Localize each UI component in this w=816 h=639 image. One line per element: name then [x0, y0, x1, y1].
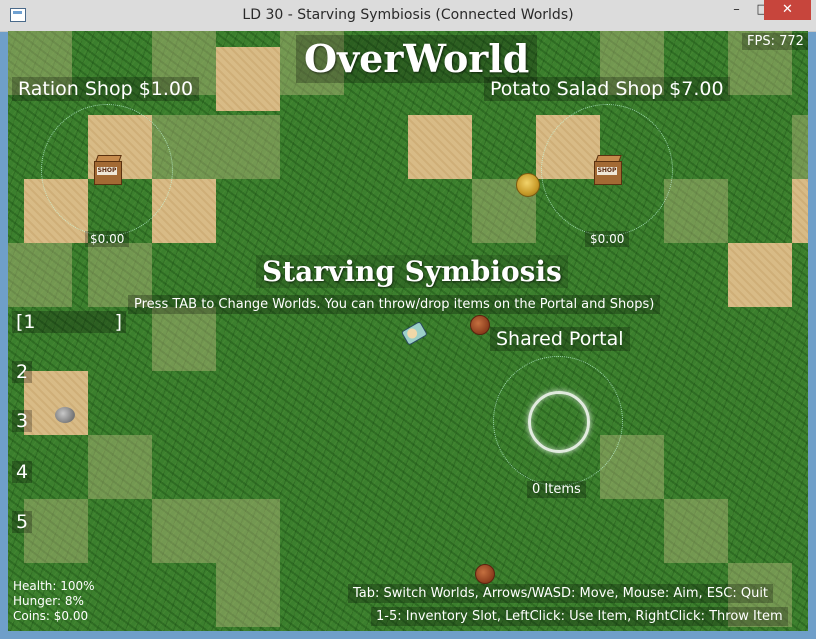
instructions-text: Press TAB to Change Worlds. You can thro… [128, 295, 661, 314]
close-button[interactable]: ✕ [764, 0, 811, 20]
shop-sign: SHOP [597, 167, 617, 175]
potato-salad-shop-label: Potato Salad Shop $7.00 [484, 77, 730, 101]
world-title: OverWorld [296, 35, 538, 83]
shop-sign: SHOP [97, 167, 117, 175]
game-canvas[interactable]: SHOP SHOP Shared Portal 0 Items OverWorl… [8, 31, 808, 631]
sand-tile [216, 47, 280, 111]
sand-tile [24, 499, 88, 563]
health-stat: Health: 100% [13, 579, 95, 593]
sand-tile [152, 307, 216, 371]
ration-shop-icon[interactable]: SHOP [94, 155, 122, 185]
coin-icon[interactable] [516, 173, 540, 197]
food-item-icon[interactable] [475, 564, 495, 584]
player-stats: Health: 100% Hunger: 8% Coins: $0.00 [8, 577, 100, 626]
window-title: LD 30 - Starving Symbiosis (Connected Wo… [242, 7, 574, 23]
sand-tile [88, 435, 152, 499]
sand-tile [8, 243, 72, 307]
food-item-icon[interactable] [470, 315, 490, 335]
inventory-slot-label: [1 [16, 311, 36, 333]
rock-item-icon[interactable] [55, 407, 75, 423]
ration-shop-label: Ration Shop $1.00 [12, 77, 200, 101]
inventory-slot-1[interactable]: [1 ] [12, 311, 126, 333]
sand-tile [216, 563, 280, 627]
sand-tile [728, 243, 792, 307]
inventory-slot-2[interactable]: 2 [12, 361, 33, 383]
inventory-slot-4[interactable]: 4 [12, 461, 33, 483]
inventory-slot-3[interactable]: 3 [12, 410, 33, 432]
sand-tile [792, 179, 808, 243]
game-title: Starving Symbiosis [256, 255, 568, 288]
coins-stat: Coins: $0.00 [13, 609, 89, 623]
portal-label: Shared Portal [490, 327, 630, 351]
portal-item-count: 0 Items [527, 481, 586, 498]
fps-counter: FPS: 772 [742, 33, 808, 50]
ration-shop-amount: $0.00 [85, 231, 130, 247]
portal-icon[interactable] [528, 391, 590, 453]
sand-tile [408, 115, 472, 179]
sand-tile [792, 115, 808, 179]
inventory-slot-5[interactable]: 5 [12, 511, 33, 533]
sand-tile [216, 499, 280, 563]
sand-tile [216, 115, 280, 179]
sand-tile [152, 499, 216, 563]
title-bar[interactable]: LD 30 - Starving Symbiosis (Connected Wo… [0, 0, 816, 32]
game-window: LD 30 - Starving Symbiosis (Connected Wo… [0, 0, 816, 639]
sand-tile [664, 179, 728, 243]
controls-help-line-1: Tab: Switch Worlds, Arrows/WASD: Move, M… [348, 584, 774, 603]
potato-salad-shop-amount: $0.00 [585, 231, 630, 247]
potato-salad-shop-icon[interactable]: SHOP [594, 155, 622, 185]
controls-help-line-2: 1-5: Inventory Slot, LeftClick: Use Item… [371, 607, 788, 626]
sand-tile [664, 499, 728, 563]
hunger-stat: Hunger: 8% [13, 594, 84, 608]
inventory-slot-bracket: ] [114, 311, 122, 333]
sand-tile [24, 371, 88, 435]
